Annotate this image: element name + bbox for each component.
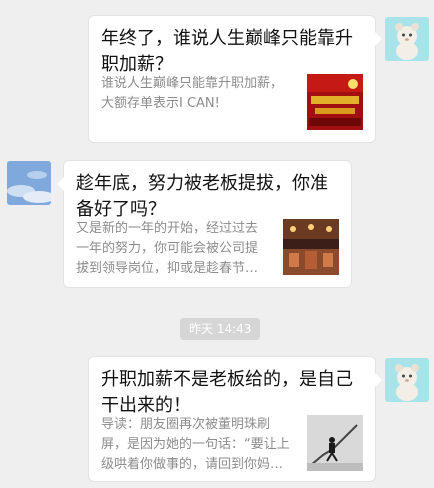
avatar[interactable]	[385, 358, 429, 402]
article-description: 谁说人生巅峰只能靠升职加薪， 大额存单表示I CAN!	[101, 76, 284, 111]
article-thumbnail	[307, 74, 363, 130]
rising-stairs-image-icon	[307, 415, 363, 471]
article-card[interactable]: 年终了，谁说人生巅峰只能靠升 职加薪？ 谁说人生巅峰只能靠升职加薪， 大额存单表…	[89, 16, 382, 142]
red-gold-banner-image-icon	[307, 74, 363, 130]
article-card[interactable]: 升职加薪不是老板给的，是自己 干出来的！ 导读：朋友圈再次被董明珠刷 屏，是因为…	[89, 357, 382, 481]
article-title: 年终了，谁说人生巅峰只能靠升 职加薪？	[101, 28, 353, 75]
article-title: 升职加薪不是老板给的，是自己 干出来的！	[101, 369, 353, 416]
article-thumbnail	[283, 219, 339, 275]
avatar[interactable]	[7, 161, 51, 205]
article-thumbnail	[307, 415, 363, 471]
sky-avatar-icon	[7, 161, 51, 205]
article-title: 趁年底，努力被老板提拔，你准 备好了吗？	[76, 173, 328, 220]
article-description: 导读：朋友圈再次被董明珠刷 屏，是因为她的一句话：“要让上 级哄着你做事的，请回…	[101, 417, 290, 472]
article-card[interactable]: 趁年底，努力被老板提拔，你准 备好了吗？ 又是新的一年的开始，经过过去 一年的努…	[57, 161, 351, 287]
avatar[interactable]	[385, 17, 429, 61]
party-hall-image-icon	[283, 219, 339, 275]
timestamp: 昨天 14:43	[180, 318, 261, 340]
cartoon-avatar-icon	[385, 17, 429, 61]
cartoon-avatar-icon	[385, 358, 429, 402]
article-description: 又是新的一年的开始，经过过去 一年的努力，你可能会被公司提 拔到领导岗位，抑或是…	[76, 221, 259, 276]
